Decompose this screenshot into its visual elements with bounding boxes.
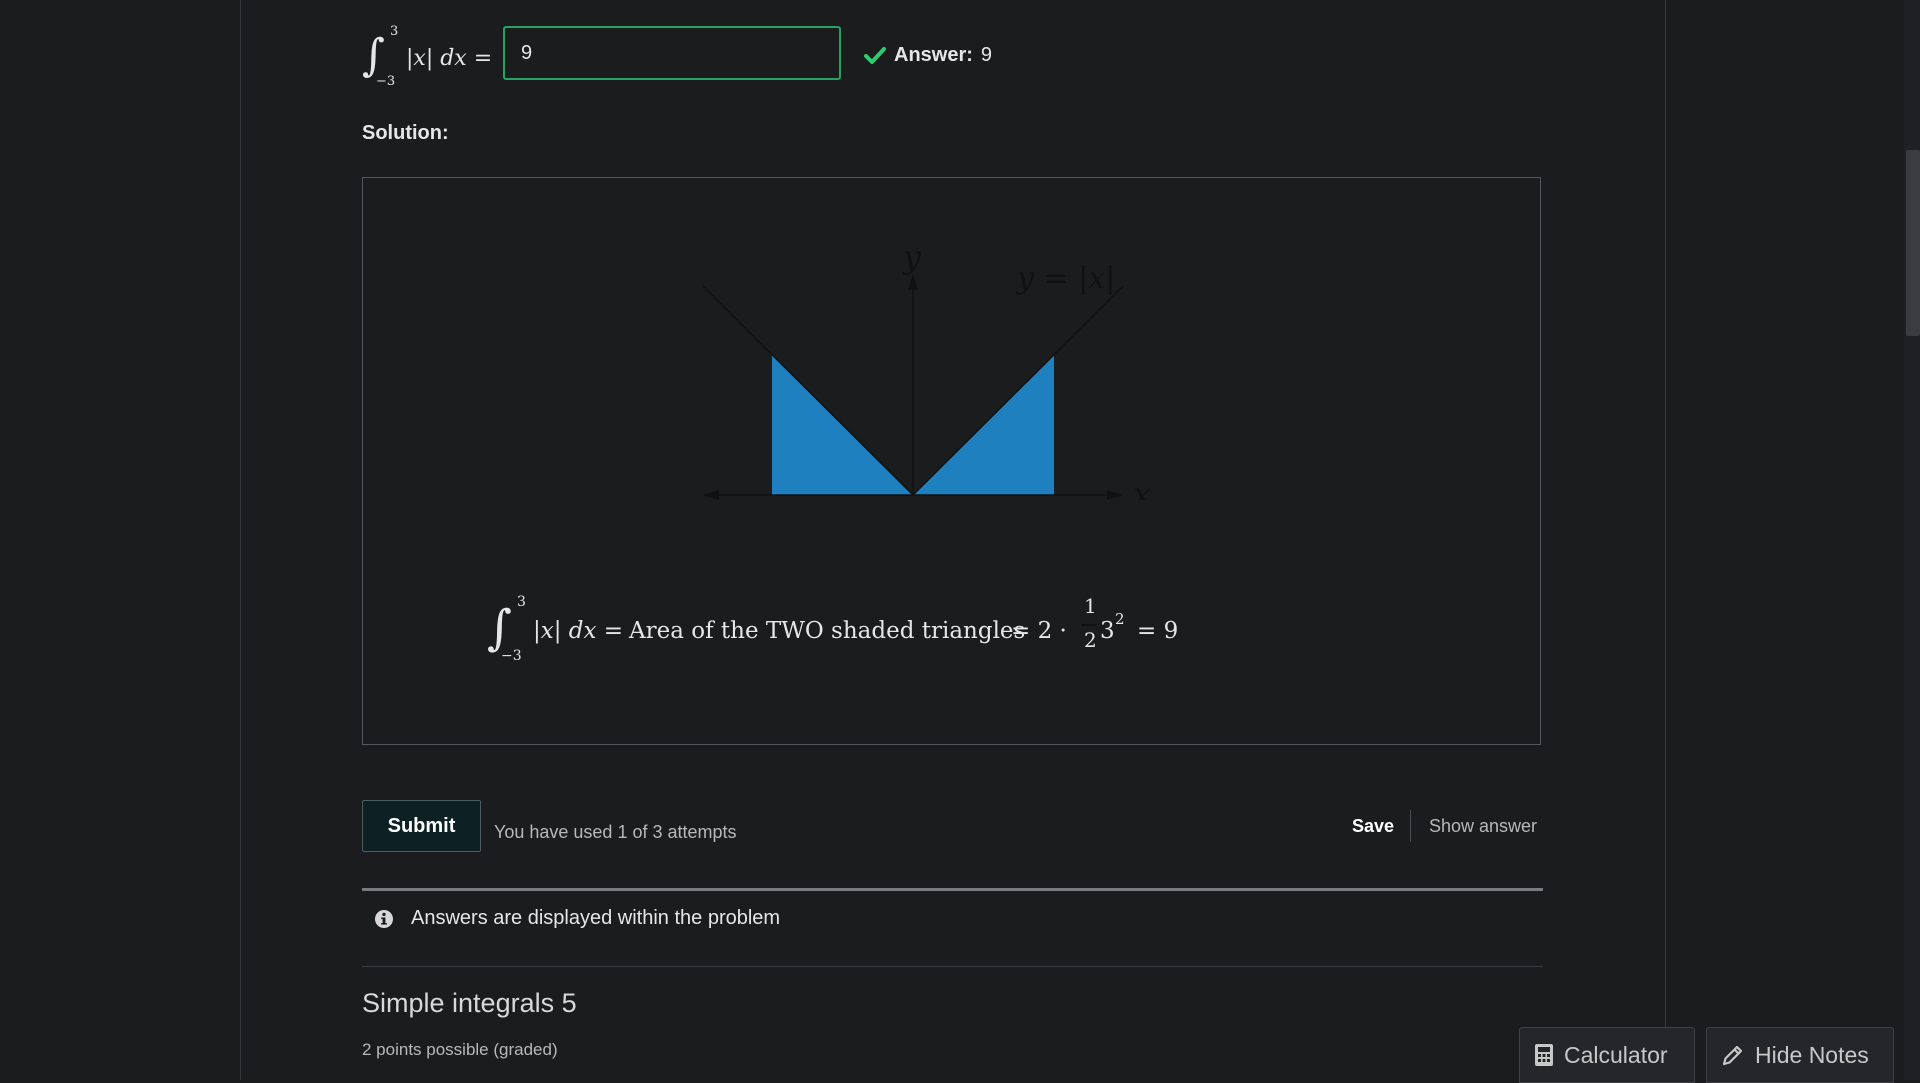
solution-box: y x y = |x| −3 0 3 ∫ 3 −3 |x| dx = Area … — [362, 177, 1541, 745]
question-integral: ∫ 3 −3 |x| dx = — [362, 24, 502, 96]
answer-feedback: Answer: 9 — [864, 44, 992, 67]
solution-label: Solution: — [362, 122, 449, 144]
solution-formula: ∫ 3 −3 |x| dx = Area of the TWO shaded t… — [487, 590, 1247, 670]
fraction-bar — [1081, 624, 1097, 626]
section-divider — [362, 966, 1543, 967]
submit-button[interactable]: Submit — [362, 800, 481, 852]
next-problem-title: Simple integrals 5 — [362, 988, 577, 1018]
formula-eq2: = 9 — [1137, 618, 1179, 644]
x-axis-label: x — [1133, 475, 1151, 500]
x-axis-arrow-right — [1107, 490, 1123, 500]
function-label: y = |x| — [1015, 261, 1115, 296]
next-problem-points: 2 points possible (graded) — [362, 1040, 558, 1059]
save-button[interactable]: Save — [1352, 816, 1394, 837]
y-axis-label: y — [901, 238, 922, 276]
formula-text: Area of the TWO shaded triangles — [629, 618, 1026, 644]
scrollbar-thumb[interactable] — [1906, 150, 1920, 336]
answer-label: Answer: — [894, 44, 973, 66]
formula-integrand: |x| dx = — [533, 618, 624, 644]
y-axis-arrow — [908, 274, 918, 290]
calculator-label: Calculator — [1564, 1041, 1668, 1068]
answers-notification: Answers are displayed within the problem — [362, 888, 1543, 951]
abs-value-graph: y x y = |x| −3 0 3 — [703, 238, 1151, 500]
formula-eq1: = 2 · — [1011, 618, 1067, 644]
integrand: |x| dx = — [406, 46, 493, 71]
answer-input[interactable] — [503, 26, 841, 80]
upper-limit: 3 — [390, 24, 399, 39]
formula-lower-limit: −3 — [501, 648, 522, 664]
formula-base: 3 — [1100, 618, 1115, 644]
action-divider — [1410, 810, 1411, 842]
answer-value: 9 — [980, 44, 993, 66]
fraction-denominator: 2 — [1084, 628, 1097, 652]
x-axis-arrow-left — [703, 490, 719, 500]
checkmark-icon — [864, 46, 886, 64]
info-icon — [375, 910, 393, 928]
calculator-icon — [1535, 1044, 1553, 1066]
notification-message: Answers are displayed within the problem — [411, 907, 781, 929]
formula-exponent: 2 — [1115, 610, 1125, 628]
pencil-icon — [1722, 1045, 1743, 1066]
hide-notes-label: Hide Notes — [1755, 1041, 1869, 1068]
hide-notes-button[interactable]: Hide Notes — [1706, 1027, 1894, 1083]
calculator-button[interactable]: Calculator — [1519, 1027, 1695, 1083]
fraction-numerator: 1 — [1084, 594, 1097, 618]
attempts-text: You have used 1 of 3 attempts — [494, 822, 737, 842]
show-answer-button[interactable]: Show answer — [1429, 816, 1537, 837]
question-row: ∫ 3 −3 |x| dx = Answer: 9 — [362, 24, 1062, 96]
formula-upper-limit: 3 — [517, 594, 526, 610]
lower-limit: −3 — [376, 74, 396, 89]
